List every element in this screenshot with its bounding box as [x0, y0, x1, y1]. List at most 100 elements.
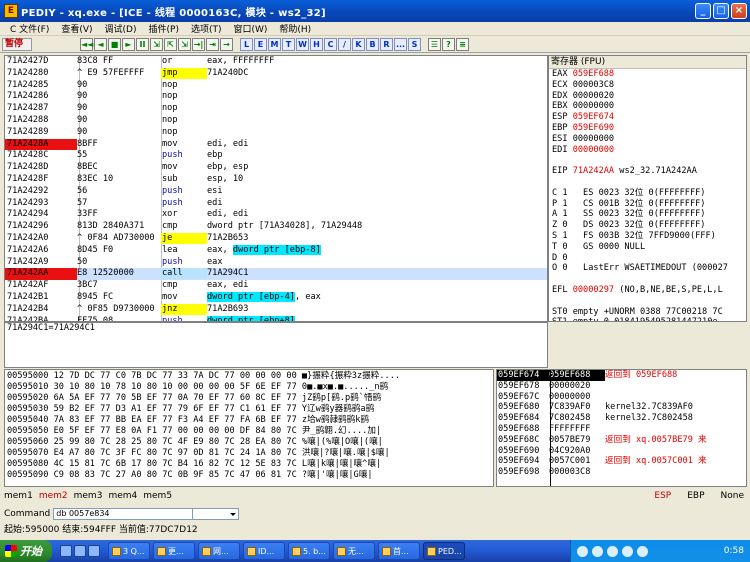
dump-row[interactable]: 00595040 7A 83 EF 77 BB EA EF 77 F3 A4 E…	[7, 415, 493, 426]
disasm-row[interactable]: 71A24280 ^ E9 57FEFFFF jmp 71A240DC	[5, 67, 547, 80]
register-line[interactable]	[549, 296, 746, 307]
disasm-row[interactable]: 71A242A9 50 push eax	[5, 257, 547, 269]
toolbar-button[interactable]: ⇲	[178, 37, 191, 51]
register-line[interactable]: T 0 GS 0000 NULL	[549, 242, 746, 253]
register-line[interactable]: D 0	[549, 253, 746, 264]
toolbar-button[interactable]: ■	[108, 37, 121, 51]
command-dropdown[interactable]	[193, 508, 240, 520]
menu-item[interactable]: 调试(D)	[99, 22, 143, 35]
toolbar-letter-button[interactable]: T	[282, 37, 295, 51]
stack-pane[interactable]: 059EF674 059EF688 返回到 059EF688 059EF678 0000…	[496, 369, 747, 487]
start-button[interactable]: 开始	[0, 540, 52, 562]
taskbar-task[interactable]: PED...	[423, 542, 465, 560]
register-line[interactable]	[549, 274, 746, 285]
dump-row[interactable]: 00595000 12 7D DC 77 C0 7B DC 77 33 7A D…	[7, 371, 493, 382]
register-line[interactable]	[549, 177, 746, 188]
toolbar-letter-button[interactable]: L	[240, 37, 253, 51]
stack-row[interactable]: 059EF684 7C802458 kernel32.7C802458	[497, 413, 746, 424]
register-line[interactable]: Z 0 DS 0023 32位 0(FFFFFFFF)	[549, 220, 746, 231]
dump-row[interactable]: 00595020 6A 5A EF 77 70 5B EF 77 0A 70 E…	[7, 393, 493, 404]
stack-row[interactable]: 059EF674 059EF688 返回到 059EF688	[497, 370, 746, 381]
disasm-row[interactable]: 71A242A6 8D45 F0 lea eax, dword ptr [ebp-8]	[5, 244, 547, 257]
quicklaunch-icon[interactable]	[60, 545, 72, 557]
toolbar-button[interactable]: ?	[442, 37, 455, 51]
tray-icon[interactable]	[622, 545, 633, 557]
title-bar[interactable]: E PEDIY - xq.exe - [ICE - 线程 0000163C, 模…	[0, 0, 750, 22]
dump-row[interactable]: 00595060 25 99 80 7C 28 25 80 7C 4F E9 8…	[7, 437, 493, 448]
stack-row[interactable]: 059EF678 00000020	[497, 381, 746, 392]
stack-row[interactable]: 059EF68C 0057BE79 返回到 xq.0057BE79 来	[497, 435, 746, 446]
memory-mode[interactable]: ESP	[654, 491, 671, 501]
toolbar-letter-button[interactable]: B	[366, 37, 379, 51]
register-line[interactable]: ESP 059EF674	[549, 112, 746, 123]
register-line[interactable]: P 1 CS 001B 32位 0(FFFFFFFF)	[549, 199, 746, 210]
register-line[interactable]: ST0 empty +UNORM 0388 77C00218 7C	[549, 307, 746, 318]
taskbar-task[interactable]: ID...	[243, 542, 285, 560]
toolbar-button[interactable]: ≡	[456, 37, 469, 51]
disassembly-pane[interactable]: 71A2427D 83C8 FF or eax, FFFFFFFF 71A24280 ^ …	[4, 55, 548, 322]
register-line[interactable]	[549, 155, 746, 166]
register-line[interactable]: S 1 FS 003B 32位 7FFD9000(FFF)	[549, 231, 746, 242]
disasm-row[interactable]: 71A24296 813D 2840A371 cmp dword ptr [71A34…	[5, 221, 547, 233]
disasm-row[interactable]: 71A24292 56 push esi	[5, 186, 547, 198]
toolbar-letter-button[interactable]: K	[352, 37, 365, 51]
memory-tab[interactable]: mem5	[143, 491, 172, 501]
disasm-row[interactable]: 71A24294 33FF xor edi, edi	[5, 209, 547, 221]
register-line[interactable]: EBX 00000000	[549, 101, 746, 112]
stack-row[interactable]: 059EF698 000003C8	[497, 467, 746, 478]
register-line[interactable]: EDX 00000020	[549, 91, 746, 102]
toolbar-button[interactable]: →	[220, 37, 233, 51]
register-line[interactable]: C 1 ES 0023 32位 0(FFFFFFFF)	[549, 188, 746, 199]
toolbar-letter-button[interactable]: R	[380, 37, 393, 51]
toolbar-button[interactable]: ☰	[428, 37, 441, 51]
menu-item[interactable]: 帮助(H)	[273, 22, 317, 35]
memory-tab[interactable]: mem2	[39, 491, 68, 501]
minimize-button[interactable]: _	[695, 3, 711, 19]
disasm-row[interactable]: 71A242B4 ^ 0F85 D9730000 jnz 71A2B693	[5, 303, 547, 316]
toolbar-letter-button[interactable]: M	[268, 37, 281, 51]
disasm-row[interactable]: 71A24286 90 nop	[5, 91, 547, 103]
dump-row[interactable]: 00595030 59 B2 EF 77 D3 A1 EF 77 79 6F E…	[7, 404, 493, 415]
disasm-row[interactable]: 71A2428F 83EC 10 sub esp, 10	[5, 174, 547, 186]
dump-row[interactable]: 00595010 30 10 80 10 78 10 80 10 00 00 0…	[7, 382, 493, 393]
quicklaunch-icon[interactable]	[74, 545, 86, 557]
toolbar-letter-button[interactable]: W	[296, 37, 309, 51]
registers-pane[interactable]: 寄存器 (FPU) EAX 059EF688 ECX 000003C8 EDX 00…	[548, 55, 747, 322]
tray-icon[interactable]	[592, 545, 603, 557]
toolbar-button[interactable]: ⇲	[150, 37, 163, 51]
memory-mode[interactable]: None	[721, 491, 744, 501]
memory-mode[interactable]: EBP	[687, 491, 704, 501]
toolbar-letter-button[interactable]: E	[254, 37, 267, 51]
stack-row[interactable]: 059EF690 04C920A0	[497, 446, 746, 457]
toolbar-button[interactable]: ►	[122, 37, 135, 51]
disasm-row[interactable]: 71A24287 90 nop	[5, 103, 547, 115]
register-line[interactable]: EFL 00000297 (NO,B,NE,BE,S,PE,L,L	[549, 285, 746, 296]
toolbar-button[interactable]: II	[136, 37, 149, 51]
command-input[interactable]: db 0057e834	[53, 508, 194, 520]
disasm-row[interactable]: 71A24285 90 nop	[5, 80, 547, 92]
disasm-row[interactable]: 71A242AA E8 12520000 call 71A294C1	[5, 268, 547, 281]
disasm-row[interactable]: 71A24289 90 nop	[5, 127, 547, 139]
disasm-row[interactable]: 71A24293 57 push edi	[5, 198, 547, 210]
register-line[interactable]: EBP 059EF690	[549, 123, 746, 134]
toolbar-button[interactable]: →|	[192, 37, 205, 51]
menu-item[interactable]: 查看(V)	[55, 22, 98, 35]
taskbar-task[interactable]: 首...	[378, 542, 420, 560]
menu-item[interactable]: 窗口(W)	[227, 22, 273, 35]
toolbar-button[interactable]: ⇥	[206, 37, 219, 51]
register-line[interactable]: ESI 00000000	[549, 134, 746, 145]
tray-icon[interactable]	[607, 545, 618, 557]
close-button[interactable]: ×	[731, 3, 747, 19]
register-line[interactable]: EDI 00000000	[549, 145, 746, 156]
disasm-row[interactable]: 71A2428D 8BEC mov ebp, esp	[5, 162, 547, 174]
tray-icon[interactable]	[577, 545, 588, 557]
dump-row[interactable]: 00595050 E0 5F EF 77 E8 0A F1 77 00 00 0…	[7, 426, 493, 437]
taskbar-task[interactable]: 网...	[198, 542, 240, 560]
stack-row[interactable]: 059EF67C 00000000	[497, 392, 746, 403]
disasm-row[interactable]: 71A2428C 55 push ebp	[5, 150, 547, 162]
register-line[interactable]: EAX 059EF688	[549, 69, 746, 80]
disasm-row[interactable]: 71A242B1 8945 FC mov dword ptr [ebp-4], eax	[5, 291, 547, 304]
register-line[interactable]: O 0 LastErr WSAETIMEDOUT (000027	[549, 263, 746, 274]
disasm-row[interactable]: 71A242AF 3BC7 cmp eax, edi	[5, 280, 547, 292]
register-line[interactable]: A 1 SS 0023 32位 0(FFFFFFFF)	[549, 209, 746, 220]
